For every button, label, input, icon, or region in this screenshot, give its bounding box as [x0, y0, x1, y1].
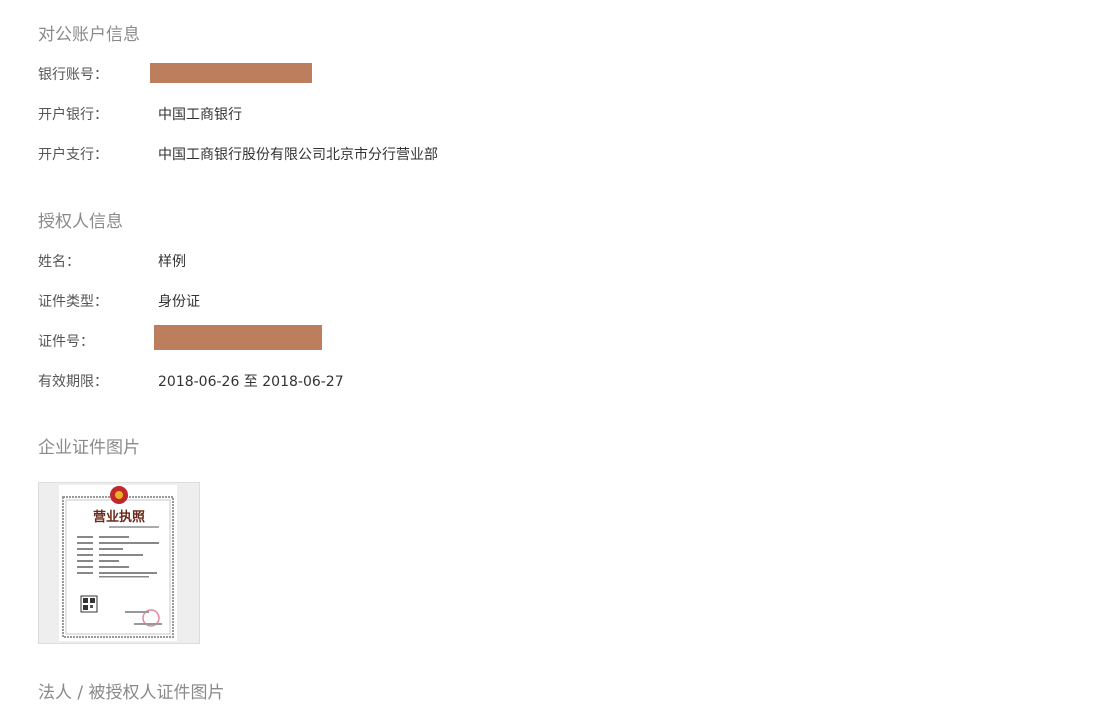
business-license-image: 营业执照 — [39, 483, 199, 643]
label-name: 姓名： — [38, 254, 80, 270]
license-title: 营业执照 — [93, 509, 145, 525]
row-bank-account: 银行账号： — [38, 63, 158, 85]
value-bank-name: 中国工商银行 — [158, 107, 242, 123]
qr-code-icon — [80, 595, 98, 613]
value-validity: 2018-06-26 至 2018-06-27 — [158, 374, 344, 390]
company-info-page: 对公账户信息 银行账号： 开户银行： 中国工商银行 开户支行： 中国工商银行股份… — [0, 0, 1098, 719]
value-bank-branch: 中国工商银行股份有限公司北京市分行营业部 — [158, 147, 438, 163]
row-validity: 有效期限： 2018-06-26 至 2018-06-27 — [38, 370, 344, 392]
section-title-legal-images: 法人 / 被授权人证件图片 — [38, 683, 225, 703]
value-id-type: 身份证 — [158, 294, 200, 310]
label-bank-name: 开户银行： — [38, 107, 108, 123]
row-bank-name: 开户银行： 中国工商银行 — [38, 103, 242, 125]
label-bank-account: 银行账号： — [38, 67, 108, 83]
label-id-type: 证件类型： — [38, 294, 108, 310]
row-id-type: 证件类型： 身份证 — [38, 290, 200, 312]
label-bank-branch: 开户支行： — [38, 147, 108, 163]
value-name: 样例 — [158, 254, 186, 270]
redacted-bank-account — [150, 63, 312, 83]
redacted-id-number — [154, 325, 322, 350]
business-license-thumbnail[interactable]: 营业执照 — [38, 482, 200, 644]
label-validity: 有效期限： — [38, 374, 108, 390]
row-bank-branch: 开户支行： 中国工商银行股份有限公司北京市分行营业部 — [38, 143, 438, 165]
section-title-enterprise-images: 企业证件图片 — [38, 438, 140, 458]
row-id-number: 证件号： — [38, 330, 158, 352]
row-name: 姓名： 样例 — [38, 250, 186, 272]
section-title-account: 对公账户信息 — [38, 25, 140, 45]
section-title-authorized: 授权人信息 — [38, 212, 123, 232]
label-id-number: 证件号： — [38, 334, 94, 350]
